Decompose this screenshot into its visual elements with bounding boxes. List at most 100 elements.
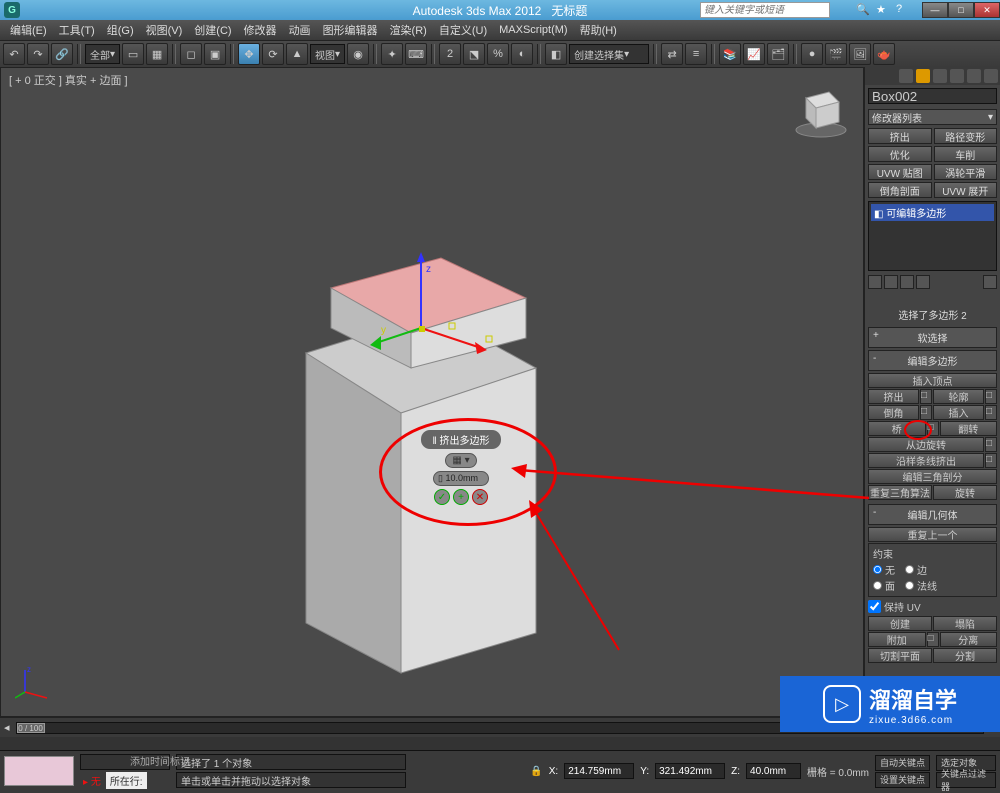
radio-normal[interactable]: 法线 xyxy=(905,578,937,593)
menu-maxscript[interactable]: MAXScript(M) xyxy=(493,24,573,36)
btn-inset-settings[interactable]: □ xyxy=(985,405,997,420)
stack-config-button[interactable] xyxy=(983,275,997,289)
material-editor-button[interactable]: ● xyxy=(801,43,823,65)
btn-extrude-settings[interactable]: □ xyxy=(920,389,932,404)
btn-insert-vertex[interactable]: 插入顶点 xyxy=(868,373,997,388)
coord-y-input[interactable] xyxy=(655,763,725,779)
btn-uvwmap-preset[interactable]: UVW 贴图 xyxy=(868,164,932,180)
lock-icon[interactable]: 🔒 xyxy=(530,766,542,777)
btn-detach[interactable]: 分离 xyxy=(940,632,998,647)
btn-pathdeform-preset[interactable]: 路径变形 xyxy=(934,128,998,144)
scale-button[interactable]: ▲ xyxy=(286,43,308,65)
btn-repeat-last[interactable]: 重复上一个 xyxy=(868,527,997,542)
render-frame-button[interactable]: 🖼 xyxy=(849,43,871,65)
btn-attach-list[interactable]: □ xyxy=(927,632,939,647)
timeline-prev[interactable]: ◂ xyxy=(4,721,10,734)
infocenter-icon[interactable]: 🔍 xyxy=(856,3,870,17)
select-by-name-button[interactable]: ▦ xyxy=(146,43,168,65)
keyfilter-button[interactable]: 关键点过滤器 xyxy=(936,772,996,788)
stack-remove-button[interactable] xyxy=(916,275,930,289)
pivot-button[interactable]: ◉ xyxy=(347,43,369,65)
ref-coord-dropdown[interactable]: 视图 ▾ xyxy=(310,44,345,64)
minimize-button[interactable]: — xyxy=(922,2,948,18)
menu-modifiers[interactable]: 修改器 xyxy=(238,22,283,38)
tab-modify[interactable] xyxy=(916,69,930,83)
undo-button[interactable]: ↶ xyxy=(3,43,25,65)
manipulate-button[interactable]: ✦ xyxy=(381,43,403,65)
radio-face[interactable]: 面 xyxy=(873,578,895,593)
stack-show-button[interactable] xyxy=(884,275,898,289)
btn-bevelprofile-preset[interactable]: 倒角剖面 xyxy=(868,182,932,198)
stack-pin-button[interactable] xyxy=(868,275,882,289)
tab-motion[interactable] xyxy=(950,69,964,83)
render-setup-button[interactable]: 🎬 xyxy=(825,43,847,65)
curve-editor-button[interactable]: 📈 xyxy=(743,43,765,65)
selection-filter[interactable]: 全部 ▾ xyxy=(85,44,120,64)
rollout-soft-selection[interactable]: 软选择 xyxy=(868,327,997,348)
menu-group[interactable]: 组(G) xyxy=(101,22,140,38)
btn-slice-plane[interactable]: 切割平面 xyxy=(868,648,932,663)
link-button[interactable]: 🔗 xyxy=(51,43,73,65)
menu-create[interactable]: 创建(C) xyxy=(188,22,237,38)
rotate-button[interactable]: ⟳ xyxy=(262,43,284,65)
modifier-list-dropdown[interactable]: 修改器列表▾ xyxy=(868,109,997,125)
menu-help[interactable]: 帮助(H) xyxy=(574,22,623,38)
coord-x-input[interactable] xyxy=(564,763,634,779)
select-rect-button[interactable]: ◻ xyxy=(180,43,202,65)
menu-customize[interactable]: 自定义(U) xyxy=(433,22,493,38)
btn-bridge-settings[interactable]: □ xyxy=(927,421,939,436)
autokey-button[interactable]: 自动关键点 xyxy=(875,755,930,771)
maximize-button[interactable]: □ xyxy=(948,2,974,18)
snap-2d-button[interactable]: 2 xyxy=(439,43,461,65)
select-object-button[interactable]: ▭ xyxy=(122,43,144,65)
btn-inset[interactable]: 插入 xyxy=(933,405,984,420)
move-button[interactable]: ✥ xyxy=(238,43,260,65)
btn-outline-settings[interactable]: □ xyxy=(985,389,997,404)
btn-outline[interactable]: 轮廓 xyxy=(933,389,984,404)
redo-button[interactable]: ↷ xyxy=(27,43,49,65)
btn-extrude-along-spline[interactable]: 沿样条线挤出 xyxy=(868,453,984,468)
named-sel-button[interactable]: ◧ xyxy=(545,43,567,65)
btn-turbosmooth-preset[interactable]: 涡轮平滑 xyxy=(934,164,998,180)
btn-extrude-preset[interactable]: 挤出 xyxy=(868,128,932,144)
caddy-cancel-button[interactable]: ✕ xyxy=(472,489,488,505)
btn-eas-settings[interactable]: □ xyxy=(985,453,997,468)
modifier-stack[interactable]: ◧ 可编辑多边形 xyxy=(868,201,997,271)
caddy-apply-button[interactable]: ✓ xyxy=(434,489,450,505)
stack-item-editpoly[interactable]: ◧ 可编辑多边形 xyxy=(871,204,994,221)
btn-bevel[interactable]: 倒角 xyxy=(868,405,919,420)
radio-none[interactable]: 无 xyxy=(873,562,895,577)
add-time-tag[interactable]: 添加时间标记 xyxy=(130,753,190,768)
btn-split[interactable]: 分割 xyxy=(933,648,997,663)
window-crossing-button[interactable]: ▣ xyxy=(204,43,226,65)
rollout-edit-poly[interactable]: 编辑多边形 xyxy=(868,350,997,371)
viewport-label[interactable]: [ + 0 正交 ] 真实 + 边面 ] xyxy=(9,72,128,88)
spinner-snap-button[interactable]: ◐ xyxy=(511,43,533,65)
btn-uvwunwrap-preset[interactable]: UVW 展开 xyxy=(934,182,998,198)
btn-bevel-settings[interactable]: □ xyxy=(920,405,932,420)
check-preserve-uv[interactable]: 保持 UV xyxy=(868,599,997,614)
layers-button[interactable]: 📚 xyxy=(719,43,741,65)
radio-edge[interactable]: 边 xyxy=(905,562,927,577)
material-preview[interactable] xyxy=(4,756,74,786)
menu-tools[interactable]: 工具(T) xyxy=(53,22,101,38)
setkey-button[interactable]: 设置关键点 xyxy=(875,772,930,788)
btn-extrude[interactable]: 挤出 xyxy=(868,389,919,404)
object-name-input[interactable] xyxy=(868,88,997,104)
render-button[interactable]: 🫖 xyxy=(873,43,895,65)
tab-hierarchy[interactable] xyxy=(933,69,947,83)
snap-angle-button[interactable]: ⬔ xyxy=(463,43,485,65)
menu-rendering[interactable]: 渲染(R) xyxy=(384,22,433,38)
close-button[interactable]: ✕ xyxy=(974,2,1000,18)
caddy-apply-continue-button[interactable]: + xyxy=(453,489,469,505)
menu-animation[interactable]: 动画 xyxy=(283,22,317,38)
btn-collapse[interactable]: 塌陷 xyxy=(933,616,997,631)
menu-views[interactable]: 视图(V) xyxy=(140,22,189,38)
named-sel-dropdown[interactable]: 创建选择集 ▾ xyxy=(569,44,649,64)
coord-z-input[interactable] xyxy=(746,763,801,779)
btn-hinge-from-edge[interactable]: 从边旋转 xyxy=(868,437,984,452)
snap-percent-button[interactable]: % xyxy=(487,43,509,65)
align-button[interactable]: ≡ xyxy=(685,43,707,65)
menu-edit[interactable]: 编辑(E) xyxy=(4,22,53,38)
tab-utilities[interactable] xyxy=(984,69,998,83)
